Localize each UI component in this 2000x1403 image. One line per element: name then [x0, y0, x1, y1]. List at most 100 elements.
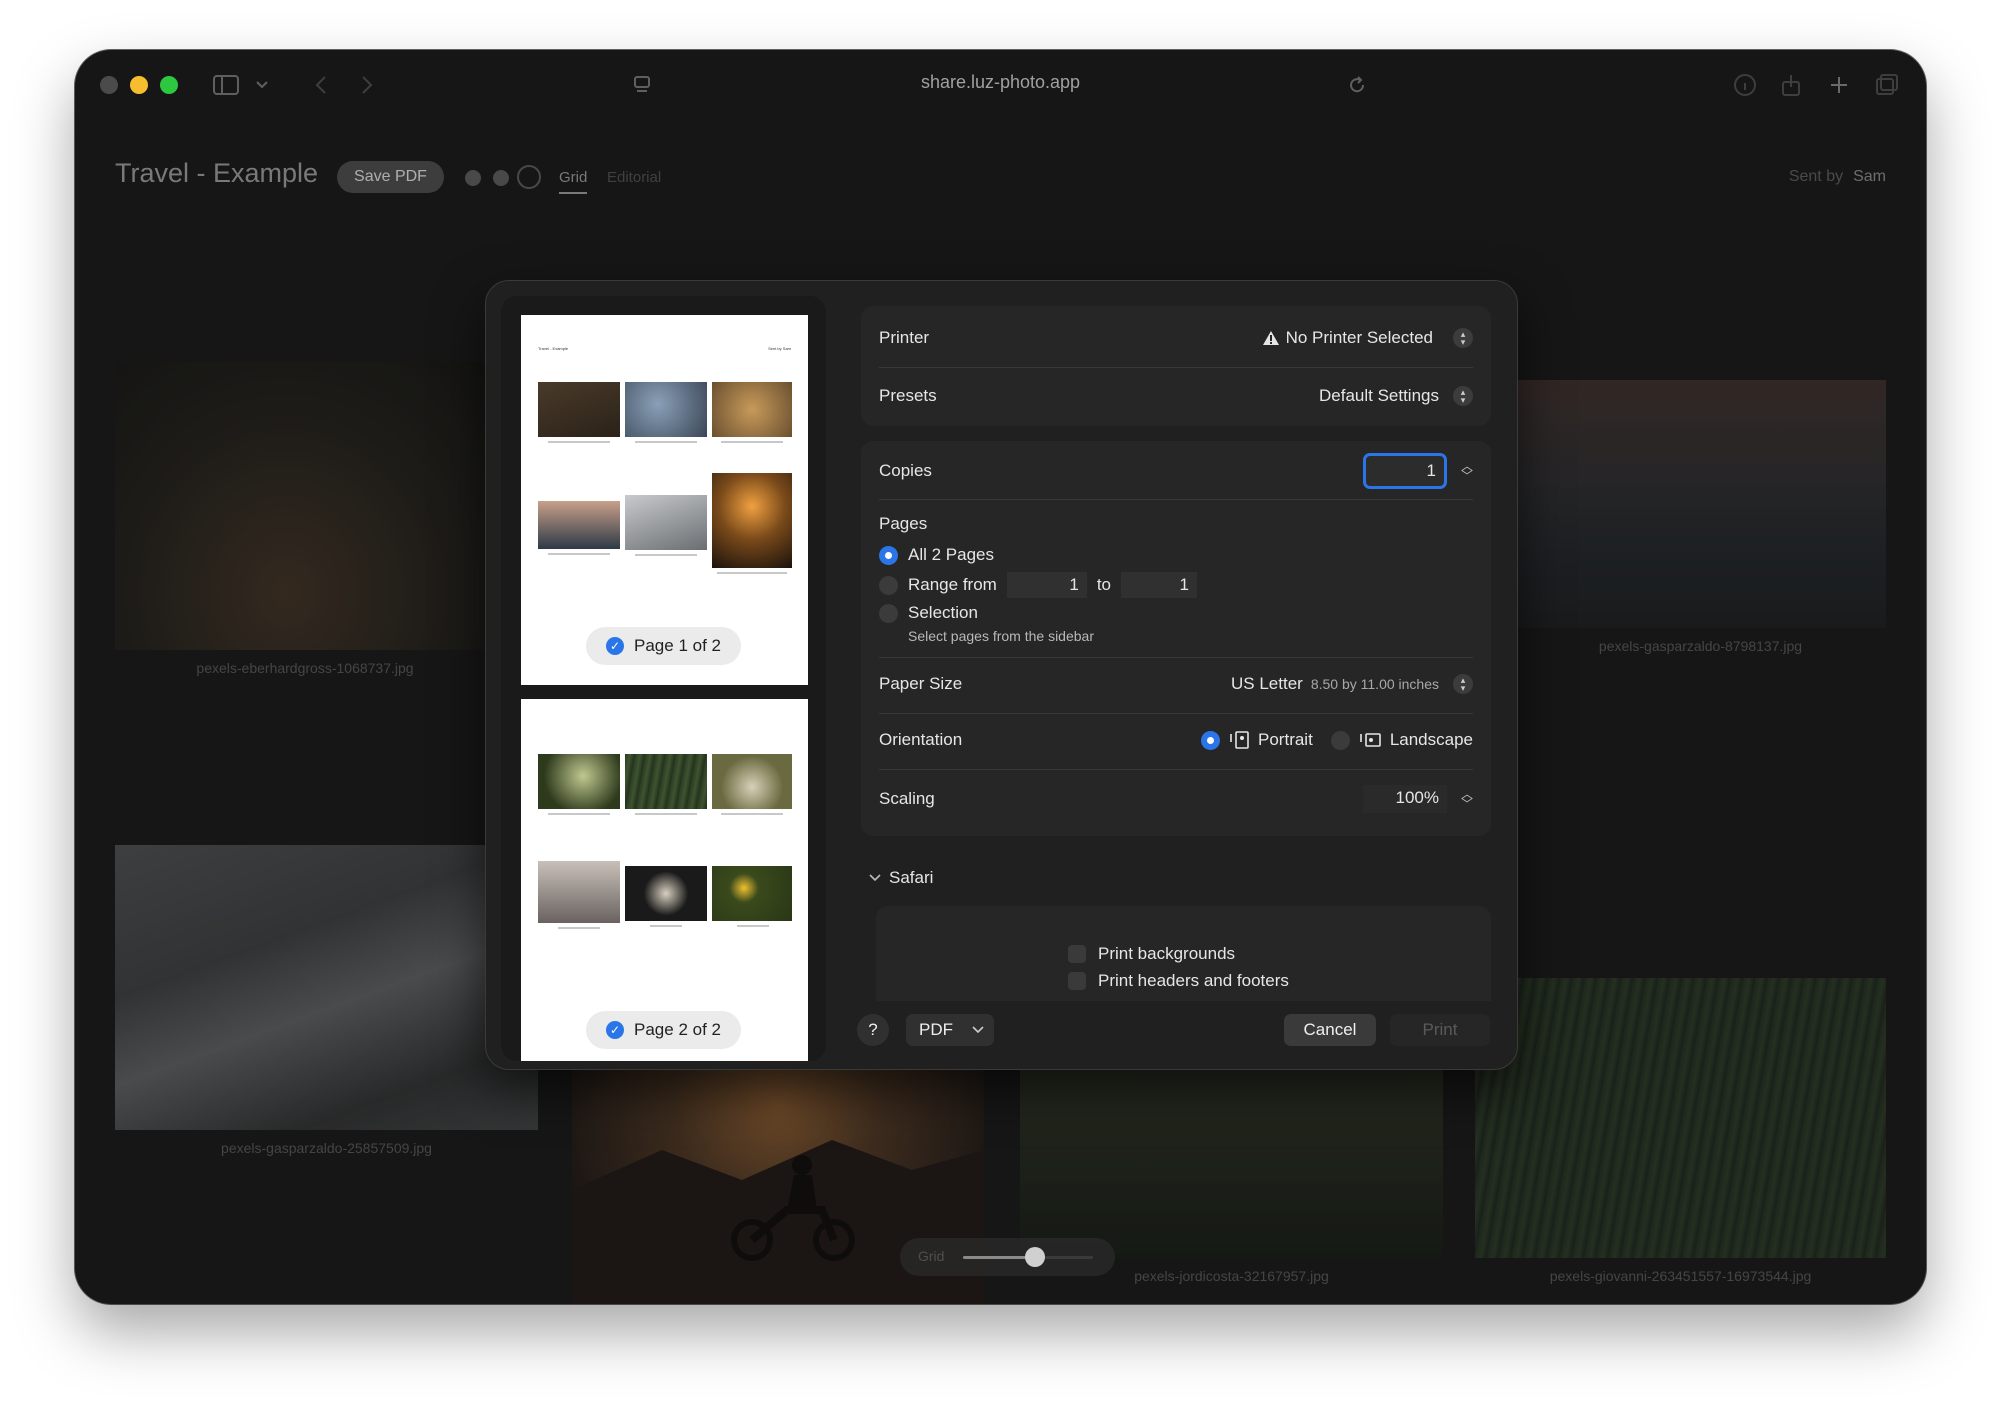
slider-knob[interactable] [1024, 1247, 1045, 1267]
copies-input[interactable]: 1 [1362, 453, 1447, 489]
preview-thumb [538, 754, 620, 809]
print-preview-sidebar: Travel - Example Sent by Sam ✓ Page 1 of… [501, 296, 826, 1061]
help-button[interactable]: ? [857, 1014, 889, 1046]
print-options-group: Copies 1 ︿ ﹀ Pages All 2 Pages Range fro… [861, 441, 1491, 836]
checkmark-icon: ✓ [606, 1021, 625, 1039]
presets-select[interactable]: Default Settings ▴ ▾ [1319, 386, 1473, 406]
pages-range-label: Range from [908, 575, 997, 594]
pages-selection-radio[interactable] [879, 603, 898, 623]
page-2-label: Page 2 of 2 [634, 1020, 721, 1039]
portrait-icon [1230, 731, 1249, 749]
pages-range-radio[interactable] [879, 575, 898, 595]
page-2-badge[interactable]: ✓ Page 2 of 2 [586, 1011, 741, 1049]
pages-all-label: All 2 Pages [908, 545, 994, 564]
range-to-label: to [1096, 575, 1112, 594]
pdf-menu-button[interactable]: PDF [906, 1014, 994, 1046]
address-bar[interactable]: share.luz-photo.app [75, 72, 1926, 93]
reload-icon[interactable] [1348, 70, 1366, 100]
print-button[interactable]: Print [1390, 1014, 1490, 1046]
presets-value: Default Settings [1318, 386, 1439, 405]
printer-value: No Printer Selected [1285, 328, 1433, 347]
new-tab-icon[interactable] [1829, 70, 1849, 100]
pages-selection-option[interactable]: Selection [879, 601, 1473, 625]
preview-thumb [625, 495, 707, 550]
printer-group: Printer No Printer Selected ▴ ▾ Presets D… [861, 306, 1491, 426]
pages-range-option[interactable]: Range from 1 to 1 [879, 572, 1473, 598]
checkmark-icon: ✓ [606, 637, 625, 655]
print-headers-checkbox[interactable] [1068, 972, 1086, 990]
print-headers-option[interactable]: Print headers and footers [1068, 971, 1289, 991]
copies-stepper[interactable]: ︿ ﹀ [1461, 460, 1473, 482]
pages-selection-label: Selection [908, 603, 978, 622]
scaling-row: Scaling 100% ︿ ﹀ [879, 781, 1473, 817]
printer-select[interactable]: No Printer Selected ▴ ▾ [1262, 328, 1473, 348]
preview-thumb [625, 866, 707, 921]
page-1-badge[interactable]: ✓ Page 1 of 2 [586, 627, 741, 665]
safari-section-toggle[interactable]: Safari [869, 868, 933, 888]
page-1-label: Page 1 of 2 [634, 636, 721, 655]
paper-size-dims: 8.50 by 11.00 inches [1310, 676, 1439, 692]
print-backgrounds-label: Print backgrounds [1098, 944, 1236, 963]
orientation-row: Orientation Portrait Landscape [879, 726, 1473, 754]
preview-thumb [712, 866, 792, 921]
print-backgrounds-option[interactable]: Print backgrounds [1068, 944, 1235, 964]
landscape-label[interactable]: Landscape [1390, 730, 1473, 750]
select-arrows-icon: ▴ ▾ [1453, 386, 1473, 406]
slider-fill [963, 1256, 1035, 1259]
presets-label: Presets [879, 386, 937, 405]
preview-thumb [625, 382, 707, 437]
preview-page-title: Travel - Example [538, 346, 569, 351]
landscape-radio[interactable] [1330, 730, 1350, 750]
print-dialog: Travel - Example Sent by Sam ✓ Page 1 of… [485, 280, 1518, 1070]
select-arrows-icon: ▴ ▾ [1453, 674, 1473, 694]
printer-row: Printer No Printer Selected ▴ ▾ [879, 324, 1473, 352]
presets-row: Presets Default Settings ▴ ▾ [879, 382, 1473, 410]
preview-thumb [712, 473, 792, 568]
paper-size-select[interactable]: US Letter 8.50 by 11.00 inches ▴ ▾ [1231, 674, 1473, 694]
preview-page-1[interactable]: Travel - Example Sent by Sam ✓ Page 1 of… [521, 315, 808, 685]
landscape-icon [1360, 733, 1381, 747]
preview-thumb [538, 382, 620, 437]
paper-size-label: Paper Size [879, 674, 963, 693]
info-icon[interactable] [1733, 70, 1757, 100]
safari-options-group: Print backgrounds Print headers and foot… [876, 906, 1491, 1001]
print-headers-label: Print headers and footers [1098, 971, 1289, 990]
grid-slider-label: Grid [918, 1248, 945, 1264]
paper-size-value: US Letter [1231, 674, 1303, 693]
copies-label: Copies [879, 461, 932, 480]
scaling-input[interactable]: 100% [1362, 785, 1447, 813]
printer-label: Printer [879, 328, 930, 347]
pages-label: Pages [879, 514, 928, 533]
safari-section-label: Safari [889, 868, 934, 887]
preview-thumb [538, 501, 620, 549]
tab-overview-icon[interactable] [1875, 70, 1899, 100]
pages-all-option[interactable]: All 2 Pages [879, 543, 1473, 567]
preview-thumb [712, 382, 792, 437]
pages-all-radio[interactable] [879, 545, 898, 565]
portrait-label[interactable]: Portrait [1258, 730, 1313, 750]
scaling-stepper[interactable]: ︿ ﹀ [1461, 788, 1473, 810]
share-icon[interactable] [1781, 70, 1801, 100]
copies-row: Copies 1 ︿ ﹀ [879, 453, 1473, 489]
browser-window: share.luz-photo.app Travel - Example Sav… [75, 50, 1926, 1304]
portrait-radio[interactable] [1201, 730, 1221, 750]
pdf-label: PDF [919, 1020, 953, 1039]
orientation-label: Orientation [879, 730, 963, 749]
preview-thumb [538, 861, 620, 923]
chevron-down-icon [869, 874, 881, 882]
range-to-input[interactable]: 1 [1121, 572, 1198, 598]
chevron-down-icon [972, 1026, 984, 1034]
preview-thumb [712, 754, 792, 809]
pages-selection-hint: Select pages from the sidebar [908, 628, 1094, 644]
pages-row: Pages [879, 512, 1473, 536]
preview-page-2[interactable]: ✓ Page 2 of 2 [521, 699, 808, 1061]
print-backgrounds-checkbox[interactable] [1068, 945, 1086, 963]
grid-size-slider[interactable]: Grid [900, 1238, 1115, 1276]
warning-icon [1262, 331, 1279, 345]
browser-toolbar: share.luz-photo.app [75, 50, 1926, 120]
range-from-input[interactable]: 1 [1006, 572, 1087, 598]
cancel-button[interactable]: Cancel [1284, 1014, 1376, 1046]
preview-thumb [625, 754, 707, 809]
scaling-label: Scaling [879, 789, 935, 808]
paper-size-row: Paper Size US Letter 8.50 by 11.00 inche… [879, 670, 1473, 698]
